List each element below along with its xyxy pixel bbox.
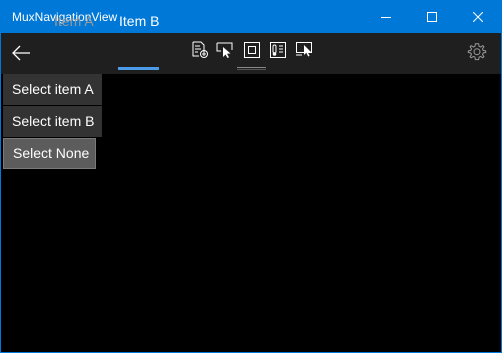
command-bar-overflow-line (237, 67, 266, 68)
command-bar-overflow-line (237, 69, 266, 70)
back-button[interactable] (7, 38, 37, 68)
nav-item-a[interactable]: Item A (54, 1, 94, 42)
select-none-button[interactable]: Select None (3, 138, 96, 169)
selection-indicator (118, 67, 159, 70)
select-item-a-button[interactable]: Select item A (3, 74, 102, 105)
close-icon (473, 12, 483, 22)
app-window: MuxNavigationView Item A Item B Select i… (0, 0, 502, 353)
back-arrow-icon (12, 45, 30, 61)
settings-button[interactable] (467, 42, 487, 62)
maximize-button[interactable] (409, 1, 455, 33)
screen-pointer-icon[interactable] (295, 41, 313, 59)
minimize-icon (381, 17, 391, 18)
frame-icon[interactable] (243, 41, 261, 59)
page-add-icon[interactable] (191, 41, 209, 59)
gear-icon (467, 43, 487, 61)
select-item-b-button[interactable]: Select item B (3, 106, 102, 137)
minimize-button[interactable] (363, 1, 409, 33)
maximize-icon (427, 12, 437, 22)
close-button[interactable] (455, 1, 501, 33)
nav-item-b[interactable]: Item B (119, 1, 159, 42)
thermometer-list-icon[interactable] (269, 41, 287, 59)
pointer-select-icon[interactable] (216, 41, 234, 59)
